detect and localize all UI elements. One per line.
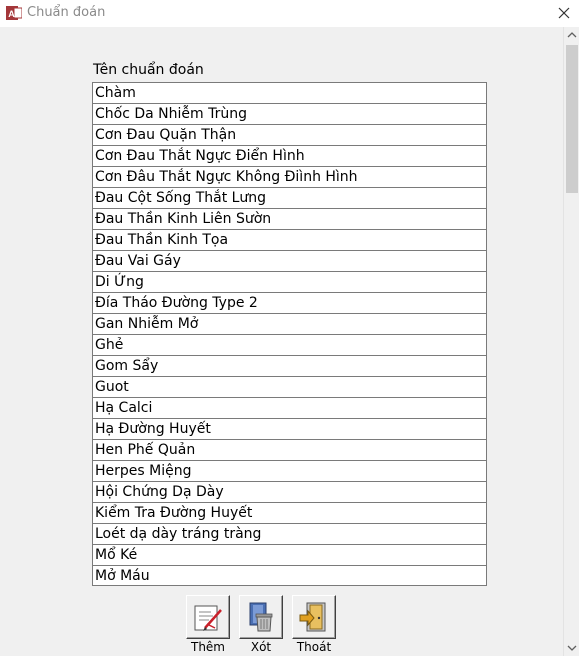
list-item[interactable]: Chàm <box>93 83 486 104</box>
delete-button-label: Xót <box>250 640 272 654</box>
list-item[interactable]: Cơn Đâu Thắt Ngực Không Điình Hình <box>93 167 486 188</box>
diagnosis-list-label: Tên chuẩn đoán <box>93 62 204 78</box>
list-item[interactable]: Herpes Miệng <box>93 461 486 482</box>
list-item[interactable]: Di Ứng <box>93 272 486 293</box>
list-item[interactable]: Gom Sẩy <box>93 356 486 377</box>
scroll-up-icon[interactable] <box>564 27 579 43</box>
list-item[interactable]: Đau Cột Sống Thắt Lưng <box>93 188 486 209</box>
add-button[interactable] <box>186 595 230 639</box>
list-item[interactable]: Mở Máu <box>93 566 486 585</box>
access-app-icon: A <box>6 5 23 21</box>
list-item[interactable]: Ghẻ <box>93 335 486 356</box>
list-item[interactable]: Hạ Đường Huyết <box>93 419 486 440</box>
list-item[interactable]: Đau Vai Gáy <box>93 251 486 272</box>
list-item[interactable]: Hen Phế Quản <box>93 440 486 461</box>
exit-button-label: Thoát <box>296 640 332 654</box>
list-item[interactable]: Mổ Ké <box>93 545 486 566</box>
list-item[interactable]: Kiểm Tra Đường Huyết <box>93 503 486 524</box>
scroll-down-icon[interactable] <box>564 640 579 656</box>
list-item[interactable]: Guot <box>93 377 486 398</box>
add-button-label: Thêm <box>190 640 225 654</box>
diagnosis-list[interactable]: Chàm Chốc Da Nhiễm Trùng Cơn Đau Quặn Th… <box>92 82 487 586</box>
list-item[interactable]: Cơn Đau Quặn Thận <box>93 125 486 146</box>
list-item[interactable]: Loét dạ dày tráng tràng <box>93 524 486 545</box>
list-item[interactable]: Hội Chứng Dạ Dày <box>93 482 486 503</box>
list-item[interactable]: Hạ Calci <box>93 398 486 419</box>
delete-button[interactable] <box>239 595 283 639</box>
scrollbar-thumb[interactable] <box>566 45 578 193</box>
window-title: Chuẩn đoán <box>27 5 106 20</box>
list-item[interactable]: Đía Tháo Đường Type 2 <box>93 293 486 314</box>
title-bar: A Chuẩn đoán <box>0 0 579 27</box>
vertical-scrollbar[interactable] <box>563 27 579 656</box>
list-item[interactable]: Đau Thần Kinh Liên Sườn <box>93 209 486 230</box>
list-item[interactable]: Chốc Da Nhiễm Trùng <box>93 104 486 125</box>
svg-text:A: A <box>8 9 15 19</box>
close-icon[interactable] <box>556 5 572 21</box>
list-item[interactable]: Đau Thần Kinh Tọa <box>93 230 486 251</box>
list-item[interactable]: Cơn Đau Thắt Ngực Điển Hình <box>93 146 486 167</box>
form-body: Tên chuẩn đoán Chàm Chốc Da Nhiễm Trùng … <box>0 27 563 656</box>
exit-button[interactable] <box>292 595 336 639</box>
list-item[interactable]: Gan Nhiễm Mở <box>93 314 486 335</box>
